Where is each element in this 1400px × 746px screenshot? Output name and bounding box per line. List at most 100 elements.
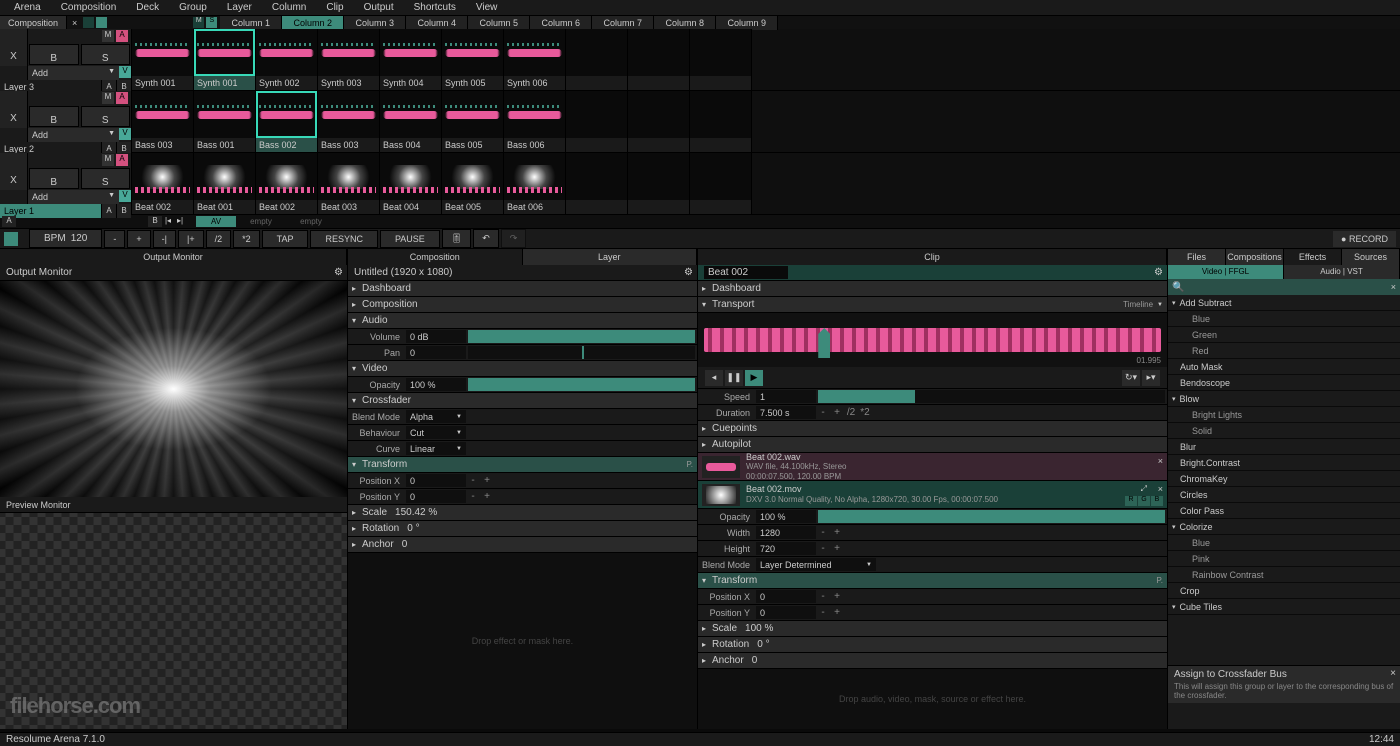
clip-cell[interactable]: Bass 005 — [442, 91, 504, 152]
solo-button[interactable]: S — [81, 106, 131, 127]
subtab-audio[interactable]: Audio | VST — [1284, 265, 1400, 279]
menu-shortcuts[interactable]: Shortcuts — [404, 0, 466, 15]
clip-cell[interactable]: Synth 001 — [132, 29, 194, 90]
menu-deck[interactable]: Deck — [126, 0, 169, 15]
layer-close[interactable]: X — [0, 43, 28, 66]
section-anchor[interactable]: ▸Anchor0 — [348, 537, 697, 553]
column-header[interactable]: Column 1 — [220, 16, 282, 30]
col-s[interactable]: S — [206, 17, 217, 28]
clip-dashboard[interactable]: ▸Dashboard — [698, 281, 1167, 297]
clip-cell[interactable]: Bass 004 — [380, 91, 442, 152]
clip-name[interactable]: Beat 002⚙ — [698, 265, 1167, 281]
fx-search-input[interactable] — [1188, 282, 1390, 292]
menu-arena[interactable]: Arena — [4, 0, 51, 15]
prev-icon[interactable]: ◂ — [705, 370, 723, 386]
clip-scale[interactable]: ▸Scale100 % — [698, 621, 1167, 637]
av-mode[interactable]: AV — [196, 216, 236, 227]
v-toggle[interactable]: V — [119, 128, 131, 140]
play-icon[interactable]: ▶ — [745, 370, 763, 386]
fx-item[interactable]: Circles — [1168, 487, 1400, 503]
add-button[interactable]: Add ▼ — [28, 128, 119, 142]
fx-item[interactable]: Color Pass — [1168, 503, 1400, 519]
bpm-op[interactable]: /2 — [206, 230, 232, 248]
clip-cell[interactable]: Synth 006 — [504, 29, 566, 90]
fx-item[interactable]: Auto Mask — [1168, 359, 1400, 375]
bypass-button[interactable]: B — [29, 44, 79, 65]
gear-icon[interactable]: ⚙ — [334, 267, 343, 278]
section-crossfader[interactable]: ▾Crossfader — [348, 393, 697, 409]
record-button[interactable]: ● RECORD — [1333, 231, 1396, 247]
menu-view[interactable]: View — [466, 0, 508, 15]
fx-item[interactable]: Blue — [1168, 535, 1400, 551]
clip-cell[interactable]: Synth 003 — [318, 29, 380, 90]
gear-icon[interactable]: ⚙ — [1154, 267, 1163, 278]
behaviour-dd[interactable]: Cut — [406, 426, 466, 439]
clip-timeline[interactable]: 01.995 — [698, 313, 1167, 367]
clip-cell[interactable]: Synth 004 — [380, 29, 442, 90]
column-header[interactable]: Column 2 — [282, 16, 344, 30]
pause-icon[interactable]: ❚❚ — [725, 370, 743, 386]
clip-cell[interactable]: Bass 006 — [504, 91, 566, 152]
menu-composition[interactable]: Composition — [51, 0, 127, 15]
fx-item[interactable]: Blue — [1168, 311, 1400, 327]
clip-cell[interactable]: Beat 005 — [442, 153, 504, 214]
tab-compositions[interactable]: Compositions — [1226, 249, 1284, 265]
bypass-button[interactable]: B — [29, 168, 79, 189]
clip-cell[interactable]: Beat 003 — [318, 153, 380, 214]
composition-tab[interactable]: Composition — [0, 16, 67, 30]
clip-cell[interactable]: Bass 003 — [132, 91, 194, 152]
gear-icon[interactable]: ⚙ — [684, 267, 693, 278]
section-transform[interactable]: ▾TransformP. — [348, 457, 697, 473]
redo-icon[interactable]: ↷ — [501, 229, 527, 248]
fx-item[interactable]: ▾Blow — [1168, 391, 1400, 407]
fx-item[interactable]: ▾Add Subtract — [1168, 295, 1400, 311]
clear-icon[interactable]: × — [1391, 282, 1396, 292]
subtab-video[interactable]: Video | FFGL — [1168, 265, 1284, 279]
group-b[interactable] — [96, 17, 107, 28]
bpm-value[interactable]: BPM 120 — [29, 229, 102, 248]
bpm-op[interactable]: -| — [153, 230, 176, 248]
fx-item[interactable]: ChromaKey — [1168, 471, 1400, 487]
fx-item[interactable]: Solid — [1168, 423, 1400, 439]
fx-item[interactable]: Blur — [1168, 439, 1400, 455]
add-button[interactable]: Add ▼ — [28, 190, 119, 204]
fx-item[interactable]: Rainbow Contrast — [1168, 567, 1400, 583]
bpm-op[interactable]: + — [127, 230, 150, 248]
clip-cell-empty[interactable] — [628, 91, 690, 152]
solo-button[interactable]: S — [81, 44, 131, 65]
tab-sources[interactable]: Sources — [1342, 249, 1400, 265]
a-toggle[interactable]: A — [2, 216, 16, 227]
v-toggle[interactable]: V — [119, 190, 131, 202]
clip-cell[interactable]: Beat 002 — [132, 153, 194, 214]
section-composition[interactable]: ▸Composition — [348, 297, 697, 313]
column-header[interactable]: Column 8 — [654, 16, 716, 30]
close-icon[interactable]: × — [1158, 484, 1163, 494]
clip-cell-empty[interactable] — [566, 91, 628, 152]
pan-slider[interactable] — [468, 346, 695, 359]
section-audio[interactable]: ▾Audio — [348, 313, 697, 329]
column-header[interactable]: Column 9 — [716, 16, 778, 30]
tab-composition[interactable]: Composition — [348, 249, 523, 265]
menu-layer[interactable]: Layer — [217, 0, 262, 15]
tap-button[interactable]: TAP — [262, 230, 309, 248]
blendmode-dd[interactable]: Alpha — [406, 410, 466, 423]
output-monitor-tab[interactable]: Output Monitor — [0, 249, 347, 265]
column-header[interactable]: Column 7 — [592, 16, 654, 30]
clip-anchor[interactable]: ▸Anchor0 — [698, 653, 1167, 669]
clip-cell[interactable]: Beat 004 — [380, 153, 442, 214]
menu-group[interactable]: Group — [169, 0, 217, 15]
layer-close[interactable]: X — [0, 167, 28, 190]
comp-drop-zone[interactable]: Drop effect or mask here. — [348, 553, 697, 729]
audio-clip-item[interactable]: Beat 002.wavWAV file, 44.100kHz, Stereo0… — [698, 453, 1167, 481]
layer-close[interactable]: X — [0, 105, 28, 128]
close-icon[interactable]: × — [1158, 456, 1163, 466]
column-header[interactable]: Column 3 — [344, 16, 406, 30]
fx-item[interactable]: ▾Colorize — [1168, 519, 1400, 535]
section-dashboard[interactable]: ▸Dashboard — [348, 281, 697, 297]
clip-cell-empty[interactable] — [628, 153, 690, 214]
fx-item[interactable]: Bright.Contrast — [1168, 455, 1400, 471]
bpm-op[interactable]: *2 — [233, 230, 260, 248]
clip-transport[interactable]: ▾TransportTimeline▼ — [698, 297, 1167, 313]
video-clip-item[interactable]: Beat 002.movDXV 3.0 Normal Quality, No A… — [698, 481, 1167, 509]
fx-item[interactable]: Bright Lights — [1168, 407, 1400, 423]
